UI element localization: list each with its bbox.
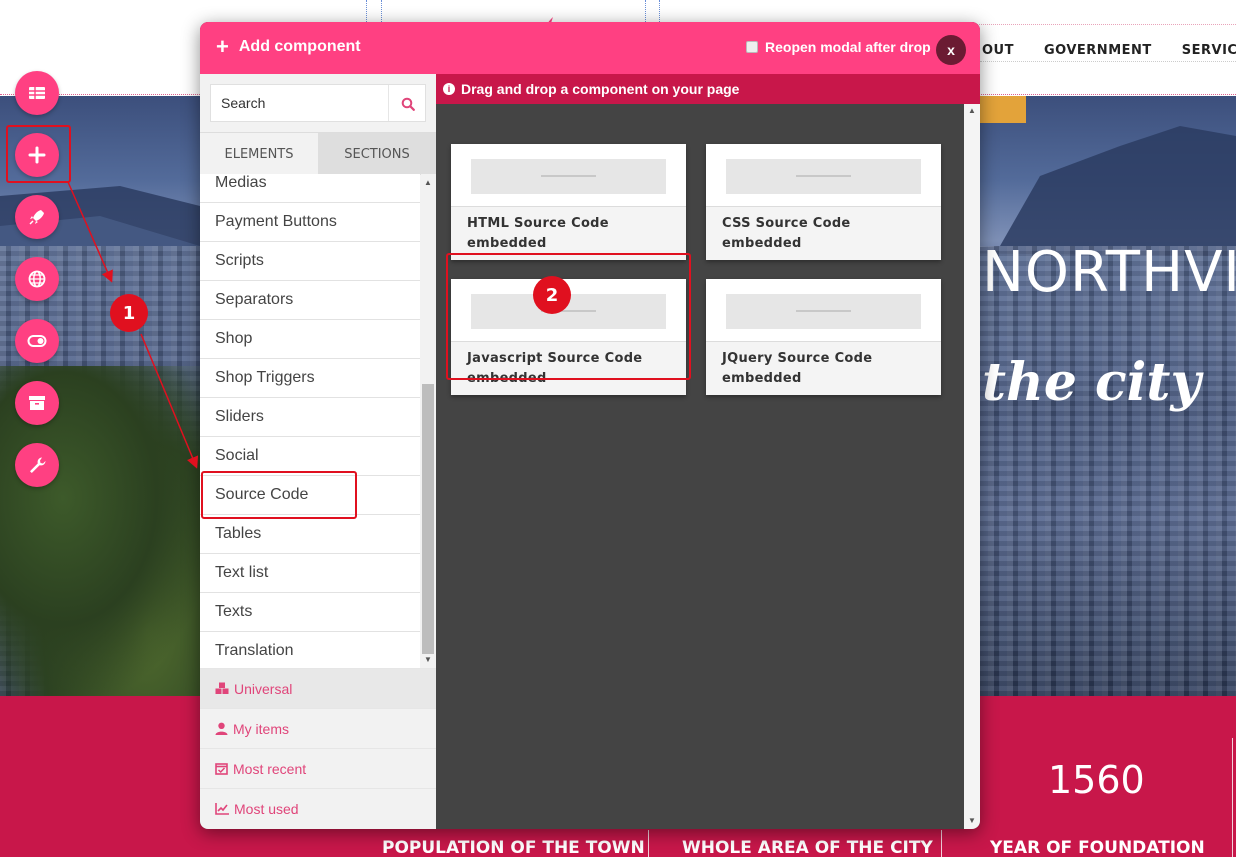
component-title: JQuery Source Code embedded <box>722 351 873 386</box>
grid-button[interactable] <box>15 71 59 115</box>
nav-item-government[interactable]: GOVERNMENT <box>1044 43 1152 58</box>
layout-guide <box>366 0 367 24</box>
hero-subtitle: the city <box>982 352 1201 413</box>
category-panel: ELEMENTS SECTIONS Medias Payment Buttons… <box>200 74 436 829</box>
category-item-separators[interactable]: Separators <box>200 281 420 320</box>
modal-header: + Add component Reopen modal after drop … <box>200 22 980 74</box>
info-text: Drag and drop a component on your page <box>461 81 740 97</box>
layout-guide <box>980 61 1236 62</box>
component-title: Javascript Source Code embedded <box>467 351 643 386</box>
plus-icon: + <box>216 34 229 59</box>
category-item-shop-triggers[interactable]: Shop Triggers <box>200 359 420 398</box>
scroll-down-icon[interactable]: ▼ <box>424 655 432 664</box>
quick-link-most-used[interactable]: Most used <box>200 788 436 828</box>
quick-link-label: My items <box>233 720 289 737</box>
quick-link-universal[interactable]: Universal <box>200 668 436 708</box>
settings-button[interactable] <box>15 443 59 487</box>
modal-title: + Add component <box>216 34 361 59</box>
stat-label-area: WHOLE AREA OF THE CITY <box>682 838 933 857</box>
modal-title-text: Add component <box>238 38 361 55</box>
category-item-sliders[interactable]: Sliders <box>200 398 420 437</box>
tab-sections[interactable]: SECTIONS <box>318 133 436 175</box>
category-item-source-code[interactable]: Source Code <box>200 476 420 515</box>
publish-button[interactable] <box>15 195 59 239</box>
category-item-texts[interactable]: Texts <box>200 593 420 632</box>
layout-guide <box>381 0 382 24</box>
quick-link-label: Most recent <box>233 760 307 777</box>
category-item-tables[interactable]: Tables <box>200 515 420 554</box>
category-scrollbar-thumb[interactable] <box>422 384 434 654</box>
scroll-up-icon[interactable]: ▲ <box>424 178 432 187</box>
component-scrollbar[interactable]: ▲ ▼ <box>964 104 980 829</box>
add-component-button[interactable] <box>15 133 59 177</box>
component-card-jquery[interactable]: JQuery Source Code embedded <box>706 279 941 395</box>
tab-elements[interactable]: ELEMENTS <box>200 133 318 175</box>
layout-guide <box>645 0 646 24</box>
calendar-check-icon <box>215 763 228 775</box>
quick-link-label: Universal <box>234 680 293 697</box>
nav-item-services[interactable]: SERVICES <box>1182 43 1236 58</box>
archive-button[interactable] <box>15 381 59 425</box>
stat-divider <box>941 830 942 857</box>
reopen-modal-label: Reopen modal after drop <box>765 39 931 55</box>
quick-link-my-items[interactable]: My items <box>200 708 436 748</box>
toggle-button[interactable] <box>15 319 59 363</box>
hero-title: NORTHVI <box>982 240 1236 305</box>
info-bar: i Drag and drop a component on your page <box>436 74 980 104</box>
category-item-translation[interactable]: Translation <box>200 632 420 668</box>
wrench-icon <box>30 457 46 473</box>
component-title: CSS Source Code embedded <box>722 216 851 251</box>
search-box <box>210 84 426 122</box>
category-item-social[interactable]: Social <box>200 437 420 476</box>
component-tabs: ELEMENTS SECTIONS <box>200 132 436 175</box>
add-component-modal: + Add component Reopen modal after drop … <box>200 22 980 829</box>
quick-link-most-recent[interactable]: Most recent <box>200 748 436 788</box>
rocket-icon <box>29 210 44 225</box>
stat-divider <box>648 830 649 857</box>
reopen-modal-option[interactable]: Reopen modal after drop <box>746 39 931 55</box>
search-icon <box>401 97 415 111</box>
component-thumbnail <box>706 279 941 342</box>
component-card-css[interactable]: CSS Source Code embedded <box>706 144 941 260</box>
grid-icon <box>29 87 45 99</box>
step-callout-2: 2 <box>533 276 571 314</box>
site-nav: OUT GOVERNMENT SERVICES <box>982 43 1236 58</box>
component-thumbnail <box>451 144 686 207</box>
stat-number: 1560 <box>1048 758 1145 802</box>
component-title: HTML Source Code embedded <box>467 216 609 251</box>
layout-guide <box>659 0 660 24</box>
category-item-medias[interactable]: Medias <box>200 174 420 203</box>
user-icon <box>215 722 228 735</box>
close-button[interactable]: x <box>936 35 966 65</box>
category-item-shop[interactable]: Shop <box>200 320 420 359</box>
stat-label-population: POPULATION OF THE TOWN <box>382 838 645 857</box>
chart-line-icon <box>215 802 229 815</box>
category-list: Medias Payment Buttons Scripts Separator… <box>200 174 436 668</box>
info-icon: i <box>443 83 455 95</box>
search-input[interactable] <box>211 85 389 121</box>
stat-label-foundation: YEAR OF FOUNDATION <box>990 838 1205 857</box>
scroll-up-icon[interactable]: ▲ <box>968 106 976 115</box>
hero-accent-tab <box>980 96 1026 123</box>
nav-item-about[interactable]: OUT <box>982 43 1014 58</box>
stat-divider <box>1232 738 1233 857</box>
search-button[interactable] <box>397 93 419 115</box>
cubes-icon <box>215 682 229 694</box>
component-card-html[interactable]: HTML Source Code embedded <box>451 144 686 260</box>
archive-icon <box>29 396 45 410</box>
scroll-down-icon[interactable]: ▼ <box>968 816 976 825</box>
reopen-modal-checkbox[interactable] <box>746 41 758 53</box>
toggle-icon <box>27 335 47 347</box>
component-panel: i Drag and drop a component on your page… <box>436 74 980 829</box>
quick-link-label: Most used <box>234 800 299 817</box>
category-item-text-list[interactable]: Text list <box>200 554 420 593</box>
layout-guide <box>960 24 1236 25</box>
category-item-payment-buttons[interactable]: Payment Buttons <box>200 203 420 242</box>
category-item-scripts[interactable]: Scripts <box>200 242 420 281</box>
language-button[interactable] <box>15 257 59 301</box>
step-callout-1: 1 <box>110 294 148 332</box>
component-thumbnail <box>706 144 941 207</box>
globe-icon <box>28 270 46 288</box>
plus-icon <box>28 146 46 164</box>
